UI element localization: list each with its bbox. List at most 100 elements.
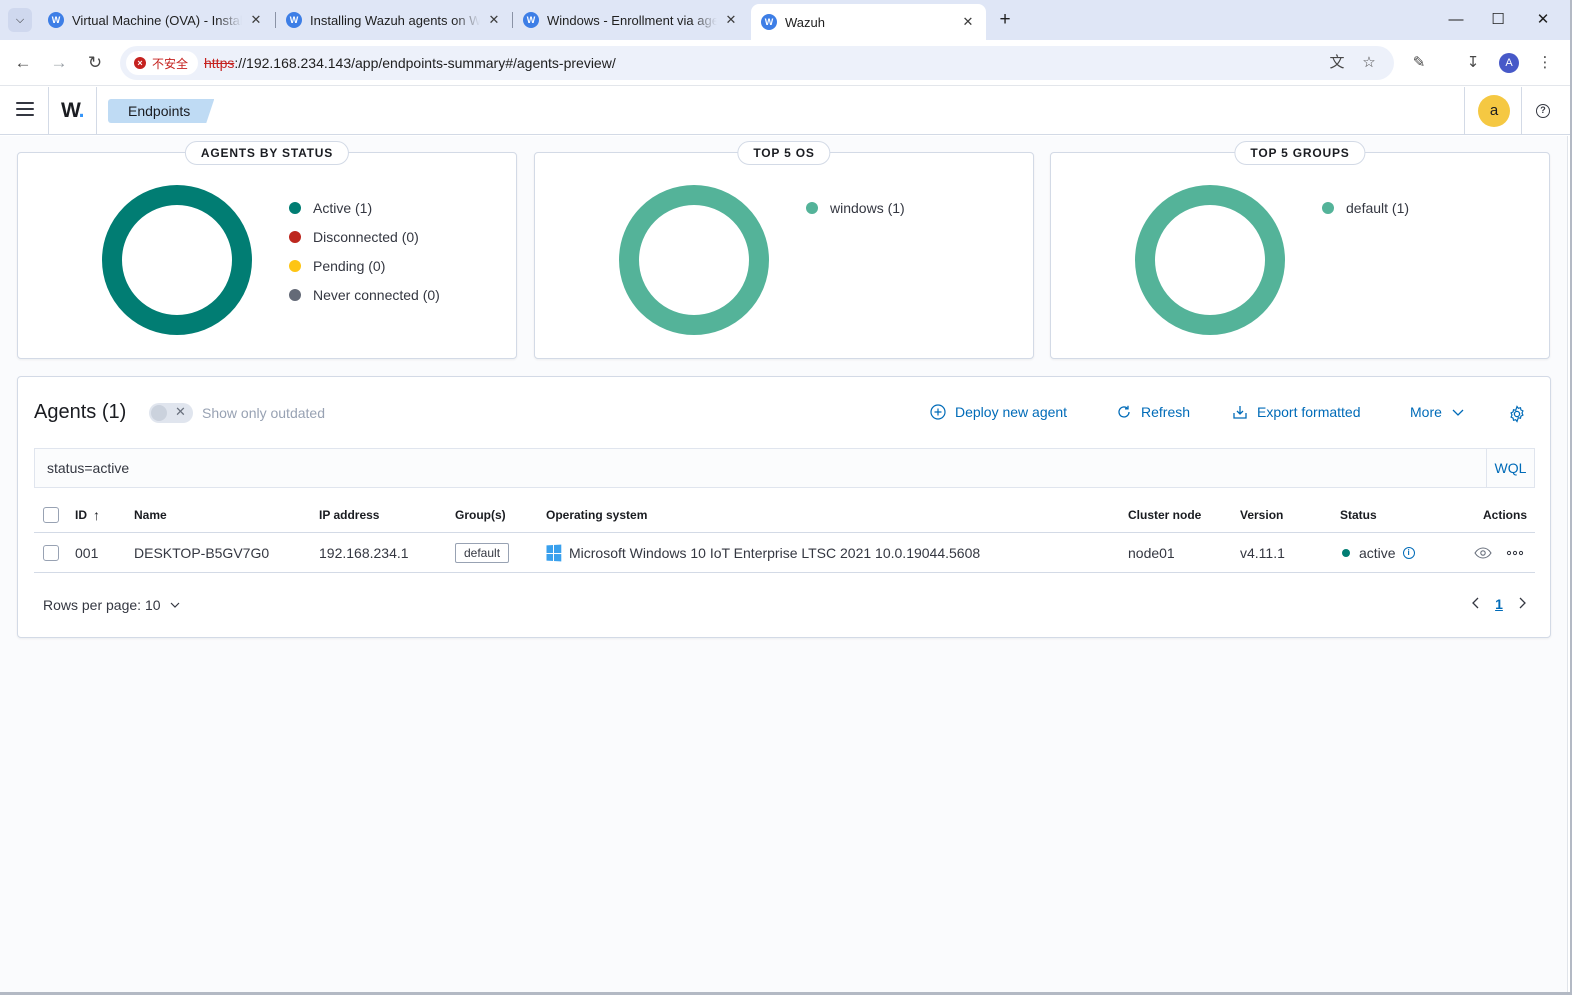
export-download-icon: [1232, 404, 1248, 420]
more-dropdown-button[interactable]: More: [1410, 404, 1466, 420]
agents-table-panel: Agents (1) ✕ Show only outdated Deploy n…: [17, 376, 1551, 638]
bookmark-star-icon[interactable]: ☆: [1358, 52, 1380, 74]
agent-status: active i: [1342, 533, 1415, 572]
rows-per-page-button[interactable]: Rows per page: 10: [43, 597, 180, 613]
agents-table: ID ↑ Name IP address Group(s) Operating s…: [34, 497, 1535, 573]
more-actions-ellipsis-icon[interactable]: [1506, 533, 1524, 572]
extensions-puzzle-icon[interactable]: ✎: [1407, 51, 1431, 75]
legend-item-never-connected[interactable]: Never connected (0): [289, 280, 440, 309]
warning-icon: ×: [134, 57, 146, 69]
wql-button[interactable]: WQL: [1486, 449, 1534, 487]
legend-item-default[interactable]: default (1): [1322, 193, 1409, 222]
tab-title: Virtual Machine (OVA) - Installation: [72, 12, 242, 28]
column-header-name[interactable]: Name: [134, 497, 167, 532]
column-header-id[interactable]: ID ↑: [75, 497, 100, 532]
agent-id: 001: [75, 544, 99, 561]
header-divider: [1521, 87, 1522, 135]
agent-os: Microsoft Windows 10 IoT Enterprise LTSC…: [546, 533, 980, 572]
toggle-off-x-icon: ✕: [175, 404, 186, 419]
legend-item-pending[interactable]: Pending (0): [289, 251, 440, 280]
column-header-groups[interactable]: Group(s): [455, 497, 506, 532]
agents-by-status-card: AGENTS BY STATUS Active (1) Disconnected…: [17, 141, 517, 359]
agent-version: v4.11.1: [1240, 544, 1285, 561]
deploy-new-agent-button[interactable]: Deploy new agent: [930, 404, 1067, 420]
refresh-button[interactable]: Refresh: [1116, 404, 1190, 420]
donut-ring-windows: [619, 185, 769, 335]
wazuh-logo[interactable]: W.: [61, 99, 84, 123]
url-text[interactable]: https://192.168.234.143/app/endpoints-su…: [204, 55, 616, 71]
status-dot: [1342, 548, 1350, 557]
select-all-checkbox[interactable]: [43, 497, 59, 532]
view-agent-eye-icon[interactable]: [1474, 533, 1492, 572]
back-arrow-icon[interactable]: ←: [11, 51, 35, 75]
url-scheme: https: [204, 55, 235, 71]
browser-tab-2[interactable]: W Installing Wazuh agents on Windows ✕: [276, 4, 512, 36]
forward-arrow-icon[interactable]: →: [47, 51, 71, 75]
column-header-status[interactable]: Status: [1340, 497, 1377, 532]
hamburger-menu-icon[interactable]: [16, 102, 34, 118]
agent-group: default: [455, 533, 510, 572]
browser-toolbar: ← → ↻ × 不安全 https://192.168.234.143/app/…: [0, 40, 1572, 86]
minimize-icon[interactable]: —: [1444, 8, 1468, 32]
address-bar[interactable]: × 不安全 https://192.168.234.143/app/endpoi…: [120, 46, 1394, 80]
row-checkbox[interactable]: [43, 533, 59, 572]
chevron-down-icon: [170, 602, 179, 608]
column-header-ip[interactable]: IP address: [319, 497, 379, 532]
chevron-down-icon: [1450, 404, 1466, 420]
tab-title: Windows - Enrollment via agent: [547, 12, 717, 28]
help-icon[interactable]: ?: [1536, 104, 1550, 118]
header-divider: [96, 87, 97, 135]
status-legend: Active (1) Disconnected (0) Pending (0) …: [289, 193, 440, 309]
browser-tab-active[interactable]: W Wazuh ✕: [751, 4, 986, 40]
plus-circle-icon: [930, 404, 946, 420]
download-icon[interactable]: ↧: [1461, 51, 1485, 75]
sort-arrow-up-icon: ↑: [93, 506, 100, 523]
refresh-icon: [1116, 404, 1132, 420]
close-icon[interactable]: ✕: [248, 12, 264, 28]
table-header: ID ↑ Name IP address Group(s) Operating s…: [34, 497, 1535, 533]
tab-search-chevron-icon[interactable]: ⌵: [8, 8, 32, 32]
column-header-os[interactable]: Operating system: [546, 497, 647, 532]
next-page-chevron-icon[interactable]: [1512, 596, 1532, 612]
security-warning-chip[interactable]: × 不安全: [126, 51, 199, 75]
column-header-cluster-node[interactable]: Cluster node: [1128, 497, 1201, 532]
table-row[interactable]: 001 DESKTOP-B5GV7G0 192.168.234.1 defaul…: [34, 533, 1535, 573]
wazuh-favicon-icon: W: [286, 12, 302, 28]
legend-item-active[interactable]: Active (1): [289, 193, 440, 222]
app-header: W. Endpoints a ?: [0, 87, 1572, 135]
search-input[interactable]: [35, 449, 1486, 487]
legend-item-windows[interactable]: windows (1): [806, 193, 905, 222]
column-header-actions: Actions: [1483, 507, 1528, 522]
browser-menu-kebab-icon[interactable]: ⋮: [1533, 51, 1557, 75]
window-close-icon[interactable]: ✕: [1531, 8, 1555, 32]
browser-tab-3[interactable]: W Windows - Enrollment via agent ✕: [513, 4, 749, 36]
group-badge[interactable]: default: [455, 542, 510, 563]
user-avatar[interactable]: a: [1478, 95, 1510, 127]
agent-name: DESKTOP-B5GV7G0: [134, 544, 270, 561]
search-bar: WQL: [34, 448, 1535, 488]
page-number-button[interactable]: 1: [1486, 596, 1512, 612]
outdated-toggle-switch[interactable]: ✕: [149, 403, 193, 423]
breadcrumb-endpoints[interactable]: Endpoints: [108, 99, 214, 123]
close-icon[interactable]: ✕: [960, 14, 976, 30]
info-icon[interactable]: i: [1402, 546, 1415, 559]
gear-icon[interactable]: [1508, 405, 1526, 423]
translate-icon[interactable]: 文: [1326, 52, 1348, 74]
reload-icon[interactable]: ↻: [83, 51, 107, 75]
os-legend: windows (1): [806, 193, 905, 222]
legend-item-disconnected[interactable]: Disconnected (0): [289, 222, 440, 251]
close-icon[interactable]: ✕: [723, 12, 739, 28]
groups-donut-chart: [1135, 185, 1285, 335]
new-tab-plus-icon[interactable]: +: [994, 9, 1016, 31]
profile-avatar[interactable]: A: [1499, 53, 1519, 73]
maximize-icon[interactable]: ☐: [1486, 8, 1510, 32]
close-icon[interactable]: ✕: [486, 12, 502, 28]
donut-ring-active: [102, 185, 252, 335]
top-5-groups-card: TOP 5 GROUPS default (1): [1050, 141, 1550, 359]
agent-ip: 192.168.234.1: [319, 544, 409, 561]
column-header-version[interactable]: Version: [1240, 497, 1283, 532]
export-formatted-button[interactable]: Export formatted: [1232, 404, 1361, 420]
browser-tab-1[interactable]: W Virtual Machine (OVA) - Installation ✕: [38, 4, 274, 36]
agents-title: Agents (1): [34, 401, 127, 423]
previous-page-chevron-icon[interactable]: [1466, 596, 1486, 612]
